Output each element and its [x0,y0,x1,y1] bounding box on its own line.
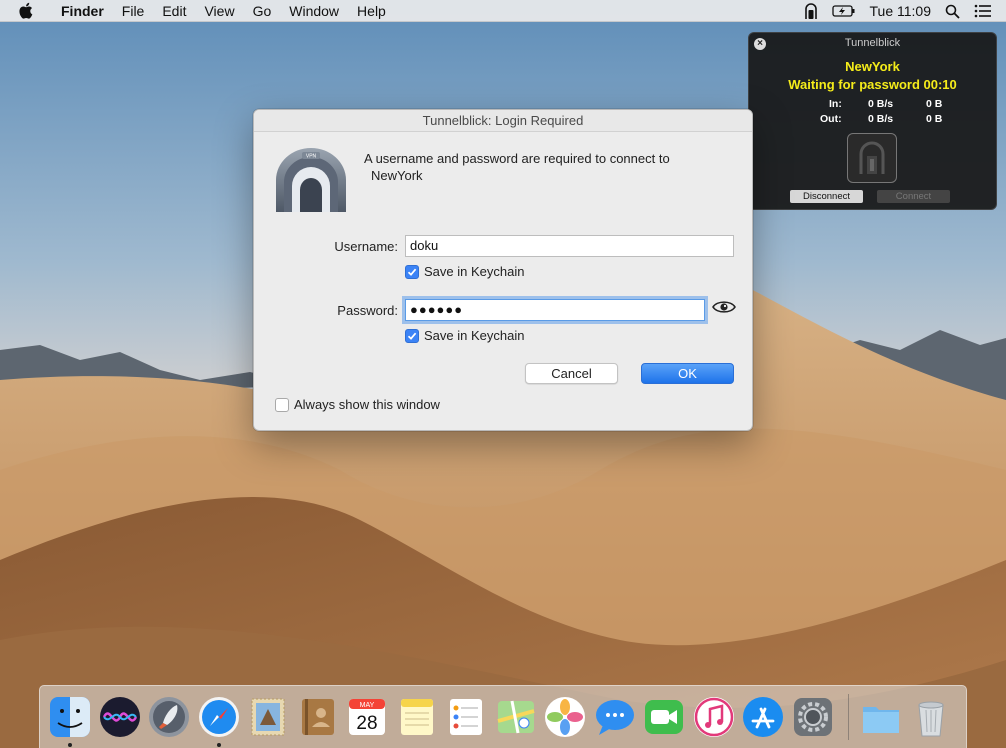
notification-center-icon[interactable] [974,4,992,18]
reminders-icon[interactable] [444,695,488,739]
dock-photos[interactable] [543,695,587,739]
show-password-eye-icon[interactable] [712,299,736,315]
save-username-label: Save in Keychain [424,264,525,279]
out-rate: 0 B/s [868,113,894,125]
dock-notes[interactable] [395,695,439,739]
disconnect-button[interactable]: Disconnect [790,190,863,203]
app-store-icon[interactable] [741,695,785,739]
calendar-day: 28 [356,713,377,734]
contacts-book-icon[interactable] [296,695,340,739]
dock-finder[interactable] [48,695,92,747]
tunnel-status-icon [847,133,897,183]
spotlight-search-icon[interactable] [945,4,960,19]
svg-text:VPN: VPN [306,154,317,160]
tunnelblick-menu-icon[interactable] [804,2,818,20]
dialog-title: Tunnelblick: Login Required [254,110,752,132]
in-label: In: [829,98,842,110]
facetime-camera-icon[interactable] [642,695,686,739]
message-text: A username and password are required to … [364,151,670,166]
dock-system-preferences[interactable] [791,695,835,739]
dock-mail[interactable] [246,695,290,739]
menu-help[interactable]: Help [348,0,395,22]
finder-icon[interactable] [48,695,92,739]
menu-bar: Finder File Edit View Go Window Help Tue… [0,0,1006,22]
login-message: A username and password are required to … [364,150,724,184]
connect-button[interactable]: Connect [877,190,950,203]
cancel-button[interactable]: Cancel [525,363,618,384]
battery-charging-icon[interactable] [831,4,856,18]
calendar-month: MAY [360,702,375,709]
menu-window[interactable]: Window [280,0,348,22]
out-label: Out: [820,113,842,125]
menu-view[interactable]: View [195,0,243,22]
checkbox-checked-icon[interactable] [405,328,419,343]
menu-app-name[interactable]: Finder [52,0,113,22]
folder-icon[interactable] [859,695,903,739]
in-rate: 0 B/s [868,98,894,110]
tunnelblick-app-icon: VPN [276,148,346,212]
username-label: Username: [334,239,398,254]
dock-siri[interactable] [98,695,142,739]
dock-safari[interactable] [197,695,241,747]
safari-compass-icon[interactable] [197,695,241,739]
dock-trash[interactable] [909,695,953,739]
photos-flower-icon[interactable] [543,695,587,739]
connection-status: Waiting for password 00:10 [788,77,957,92]
save-password-label: Save in Keychain [424,328,525,343]
dock-calendar[interactable]: MAY 28 [345,695,389,739]
password-field[interactable]: ●●●●●● [405,299,705,321]
always-show-label: Always show this window [294,397,440,412]
running-indicator [216,743,221,747]
password-label: Password: [337,303,398,318]
ok-button[interactable]: OK [641,363,734,384]
dock-messages[interactable] [593,695,637,739]
checkbox-checked-icon[interactable] [405,264,419,279]
dock-reminders[interactable] [444,695,488,739]
maps-icon[interactable] [494,695,538,739]
running-indicator [68,743,72,747]
itunes-music-note-icon[interactable] [692,695,736,739]
messages-bubble-icon[interactable] [593,695,637,739]
dock-itunes[interactable] [692,695,736,739]
calendar-icon[interactable]: MAY 28 [345,695,389,739]
connection-name: NewYork [845,59,900,74]
trash-icon[interactable] [909,695,953,739]
dock-facetime[interactable] [642,695,686,739]
server-name: NewYork [371,168,423,183]
username-field[interactable]: doku [405,235,734,257]
login-dialog: Tunnelblick: Login Required VPN A userna… [253,109,753,431]
hud-title: Tunnelblick [844,37,901,49]
out-total: 0 B [926,113,943,125]
save-password-keychain-checkbox[interactable]: Save in Keychain [405,328,524,343]
menu-go[interactable]: Go [244,0,281,22]
system-preferences-gear-icon[interactable] [791,695,835,739]
menu-clock[interactable]: Tue 11:09 [870,3,932,19]
save-username-keychain-checkbox[interactable]: Save in Keychain [405,264,524,279]
apple-icon[interactable] [18,2,40,19]
menu-edit[interactable]: Edit [153,0,195,22]
tunnelblick-status-window: × Tunnelblick NewYork Waiting for passwo… [748,32,997,210]
dock-contacts[interactable] [296,695,340,739]
dock-downloads-folder[interactable] [859,695,903,739]
launchpad-rocket-icon[interactable] [147,695,191,739]
mail-stamp-icon[interactable] [246,695,290,739]
dock-separator [848,694,849,740]
dock-app-store[interactable] [741,695,785,739]
menu-file[interactable]: File [113,0,154,22]
dock-maps[interactable] [494,695,538,739]
checkbox-unchecked-icon[interactable] [275,397,289,412]
siri-icon[interactable] [98,695,142,739]
in-total: 0 B [926,98,943,110]
always-show-window-checkbox[interactable]: Always show this window [275,397,440,412]
dock: MAY 28 [39,685,967,748]
dock-launchpad[interactable] [147,695,191,739]
notes-icon[interactable] [395,695,439,739]
